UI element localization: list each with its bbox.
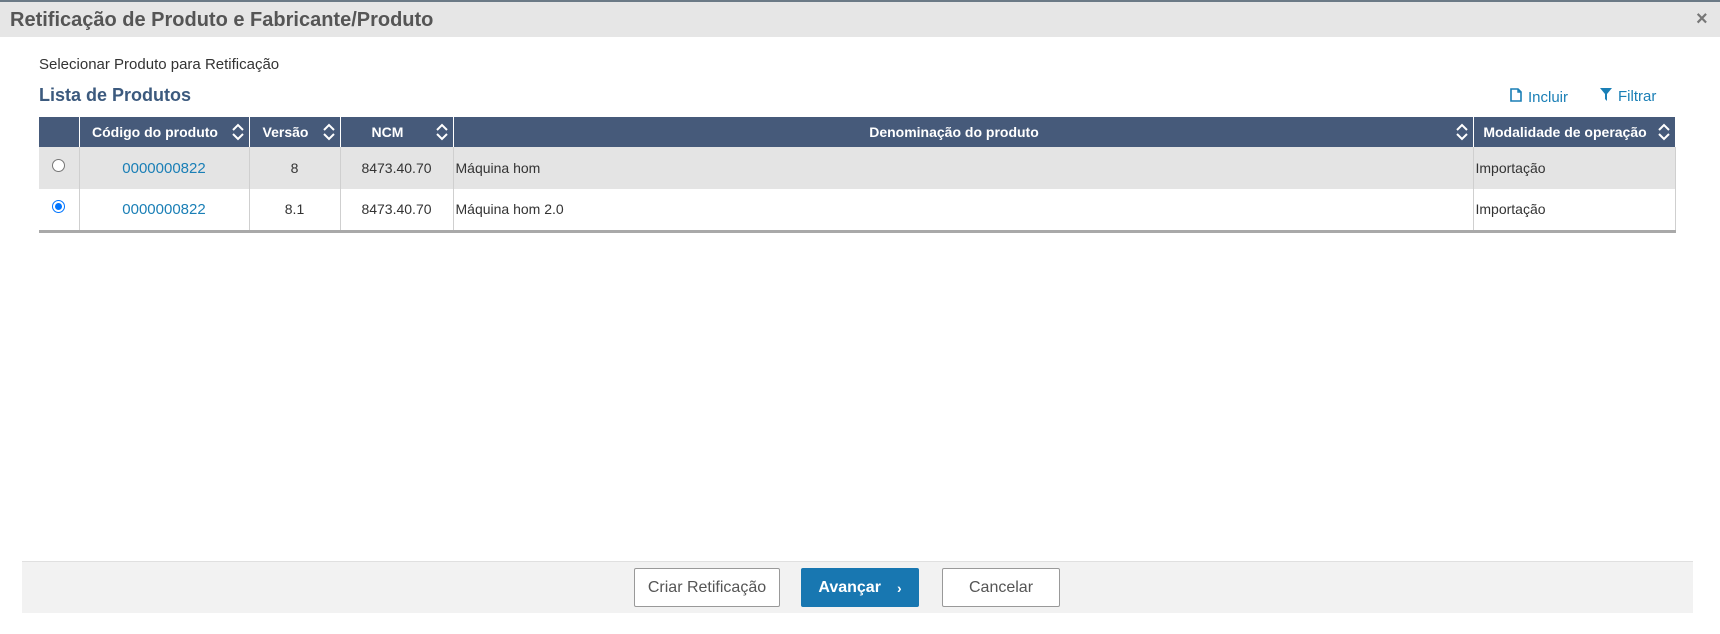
denominacao-cell: Máquina hom 2.0 (453, 189, 1474, 233)
row-select-cell (39, 189, 80, 233)
codigo-link[interactable]: 0000000822 (79, 189, 250, 233)
dialog-footer: Criar Retificação Avançar › Cancelar (22, 561, 1693, 613)
add-document-icon (1510, 88, 1522, 106)
codigo-link[interactable]: 0000000822 (79, 147, 250, 189)
filtrar-link[interactable]: Filtrar (1600, 88, 1656, 105)
table-row[interactable]: 0000000822 8.1 8473.40.70 Máquina hom 2.… (39, 189, 1676, 233)
criar-retificacao-button[interactable]: Criar Retificação (634, 568, 780, 607)
sort-icon[interactable] (231, 122, 245, 142)
sort-icon[interactable] (435, 122, 449, 142)
sort-icon[interactable] (1657, 122, 1671, 142)
cancelar-button[interactable]: Cancelar (942, 568, 1060, 607)
ncm-cell: 8473.40.70 (340, 147, 454, 189)
row-select-cell (39, 147, 80, 189)
ncm-cell: 8473.40.70 (340, 189, 454, 233)
table-row[interactable]: 0000000822 8 8473.40.70 Máquina hom Impo… (39, 147, 1676, 189)
sort-icon[interactable] (322, 122, 336, 142)
column-header-ncm[interactable]: NCM (340, 117, 454, 147)
modalidade-cell: Importação (1473, 189, 1676, 233)
dialog-title-bar: Retificação de Produto e Fabricante/Prod… (0, 2, 1720, 37)
filter-icon (1600, 88, 1612, 105)
incluir-link[interactable]: Incluir (1510, 88, 1568, 106)
filtrar-label: Filtrar (1618, 88, 1657, 105)
chevron-right-icon: › (896, 579, 902, 596)
page-subtitle: Selecionar Produto para Retificação (39, 56, 280, 73)
row-radio[interactable] (52, 200, 66, 214)
column-header-codigo[interactable]: Código do produto (79, 117, 250, 147)
versao-cell: 8 (249, 147, 341, 189)
avancar-button[interactable]: Avançar › (801, 568, 919, 607)
incluir-label: Incluir (1528, 88, 1569, 106)
versao-cell: 8.1 (249, 189, 341, 233)
products-table: Código do produto Versão NCM Denominação… (39, 117, 1676, 233)
denominacao-cell: Máquina hom (453, 147, 1474, 189)
column-header-modalidade[interactable]: Modalidade de operação (1473, 117, 1676, 147)
dialog-title: Retificação de Produto e Fabricante/Prod… (10, 9, 434, 31)
column-header-denominacao[interactable]: Denominação do produto (453, 117, 1474, 147)
avancar-label: Avançar (818, 578, 881, 596)
row-radio[interactable] (52, 158, 66, 172)
column-header-versao[interactable]: Versão (249, 117, 341, 147)
sort-icon[interactable] (1455, 122, 1469, 142)
section-title: Lista de Produtos (39, 85, 192, 105)
select-column-header (39, 117, 80, 147)
modalidade-cell: Importação (1473, 147, 1676, 189)
close-icon[interactable]: × (1696, 9, 1708, 29)
table-header-row: Código do produto Versão NCM Denominação… (39, 117, 1676, 147)
